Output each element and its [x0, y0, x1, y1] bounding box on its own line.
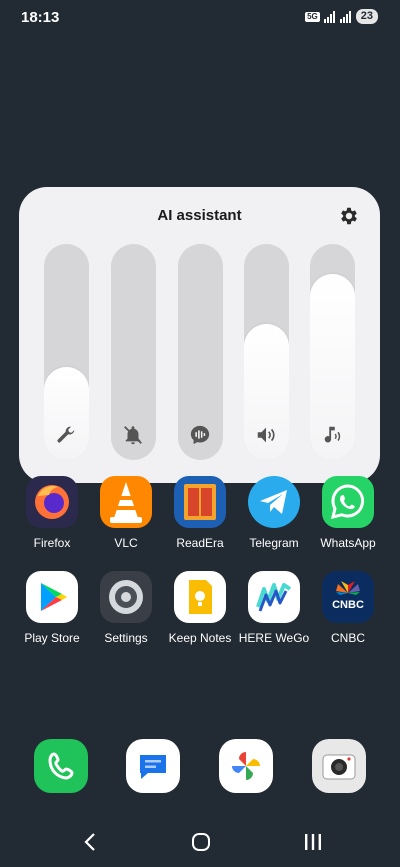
- app-cnbc[interactable]: CNBC CNBC: [310, 571, 386, 645]
- here-wego-icon: [248, 571, 300, 623]
- voice-icon: [190, 425, 210, 445]
- back-icon[interactable]: [82, 832, 98, 852]
- home-icon[interactable]: [191, 832, 211, 852]
- app-label: WhatsApp: [320, 536, 376, 550]
- dock-phone[interactable]: [34, 739, 88, 793]
- battery-indicator: 23: [355, 9, 378, 24]
- clock: 18:13: [21, 9, 60, 26]
- app-label: HERE WeGo: [238, 631, 310, 645]
- app-label: Firefox: [33, 536, 71, 550]
- readera-icon: [174, 476, 226, 528]
- slider-notifications[interactable]: [111, 244, 156, 460]
- app-vlc[interactable]: VLC: [88, 476, 164, 550]
- signal-icon: [323, 10, 335, 23]
- phone-icon: [48, 752, 74, 780]
- speaker-icon: [257, 427, 275, 443]
- music-note-icon: [324, 426, 341, 443]
- telegram-icon: [248, 476, 300, 528]
- bell-muted-icon: [124, 426, 142, 445]
- slider-fill: [44, 367, 89, 460]
- status-icons: 5G 23: [305, 9, 378, 24]
- app-play-store[interactable]: Play Store: [14, 571, 90, 645]
- app-settings[interactable]: Settings: [88, 571, 164, 645]
- app-keep-notes[interactable]: Keep Notes: [162, 571, 238, 645]
- app-label: Telegram: [249, 536, 299, 550]
- camera-icon: [322, 754, 356, 780]
- svg-text:CNBC: CNBC: [332, 599, 364, 611]
- firefox-icon: [26, 476, 78, 528]
- dock-photos[interactable]: [219, 739, 273, 793]
- status-bar: 18:13 5G 23: [0, 0, 400, 36]
- app-label: ReadEra: [176, 536, 224, 550]
- panel-title: AI assistant: [157, 207, 242, 224]
- photos-icon: [232, 752, 260, 780]
- navigation-bar: [0, 810, 400, 867]
- slider-assistant[interactable]: [44, 244, 89, 460]
- signal-icon-2: [339, 10, 351, 23]
- app-label: Settings: [104, 631, 148, 645]
- slider-system[interactable]: [244, 244, 289, 460]
- wrench-icon: [57, 426, 75, 443]
- app-telegram[interactable]: Telegram: [236, 476, 312, 550]
- settings-icon: [100, 571, 152, 623]
- network-type: 5G: [305, 11, 320, 22]
- app-here-wego[interactable]: HERE WeGo: [236, 571, 312, 645]
- app-whatsapp[interactable]: WhatsApp: [310, 476, 386, 550]
- app-readera[interactable]: ReadEra: [162, 476, 238, 550]
- cnbc-icon: CNBC: [322, 571, 374, 623]
- dock-camera[interactable]: [312, 739, 366, 793]
- slider-voice[interactable]: [178, 244, 223, 460]
- app-firefox[interactable]: Firefox: [14, 476, 90, 550]
- app-label: Keep Notes: [168, 631, 232, 645]
- whatsapp-icon: [322, 476, 374, 528]
- gear-icon[interactable]: [338, 205, 360, 227]
- app-label: VLC: [114, 536, 138, 550]
- keep-notes-icon: [174, 571, 226, 623]
- dock-messages[interactable]: [126, 739, 180, 793]
- vlc-icon: [100, 476, 152, 528]
- app-label: CNBC: [330, 631, 365, 645]
- recents-icon[interactable]: [303, 832, 323, 852]
- play-store-icon: [26, 571, 78, 623]
- messages-icon: [140, 755, 166, 779]
- volume-panel: AI assistant: [19, 187, 380, 483]
- slider-media[interactable]: [310, 244, 355, 460]
- app-label: Play Store: [24, 631, 80, 645]
